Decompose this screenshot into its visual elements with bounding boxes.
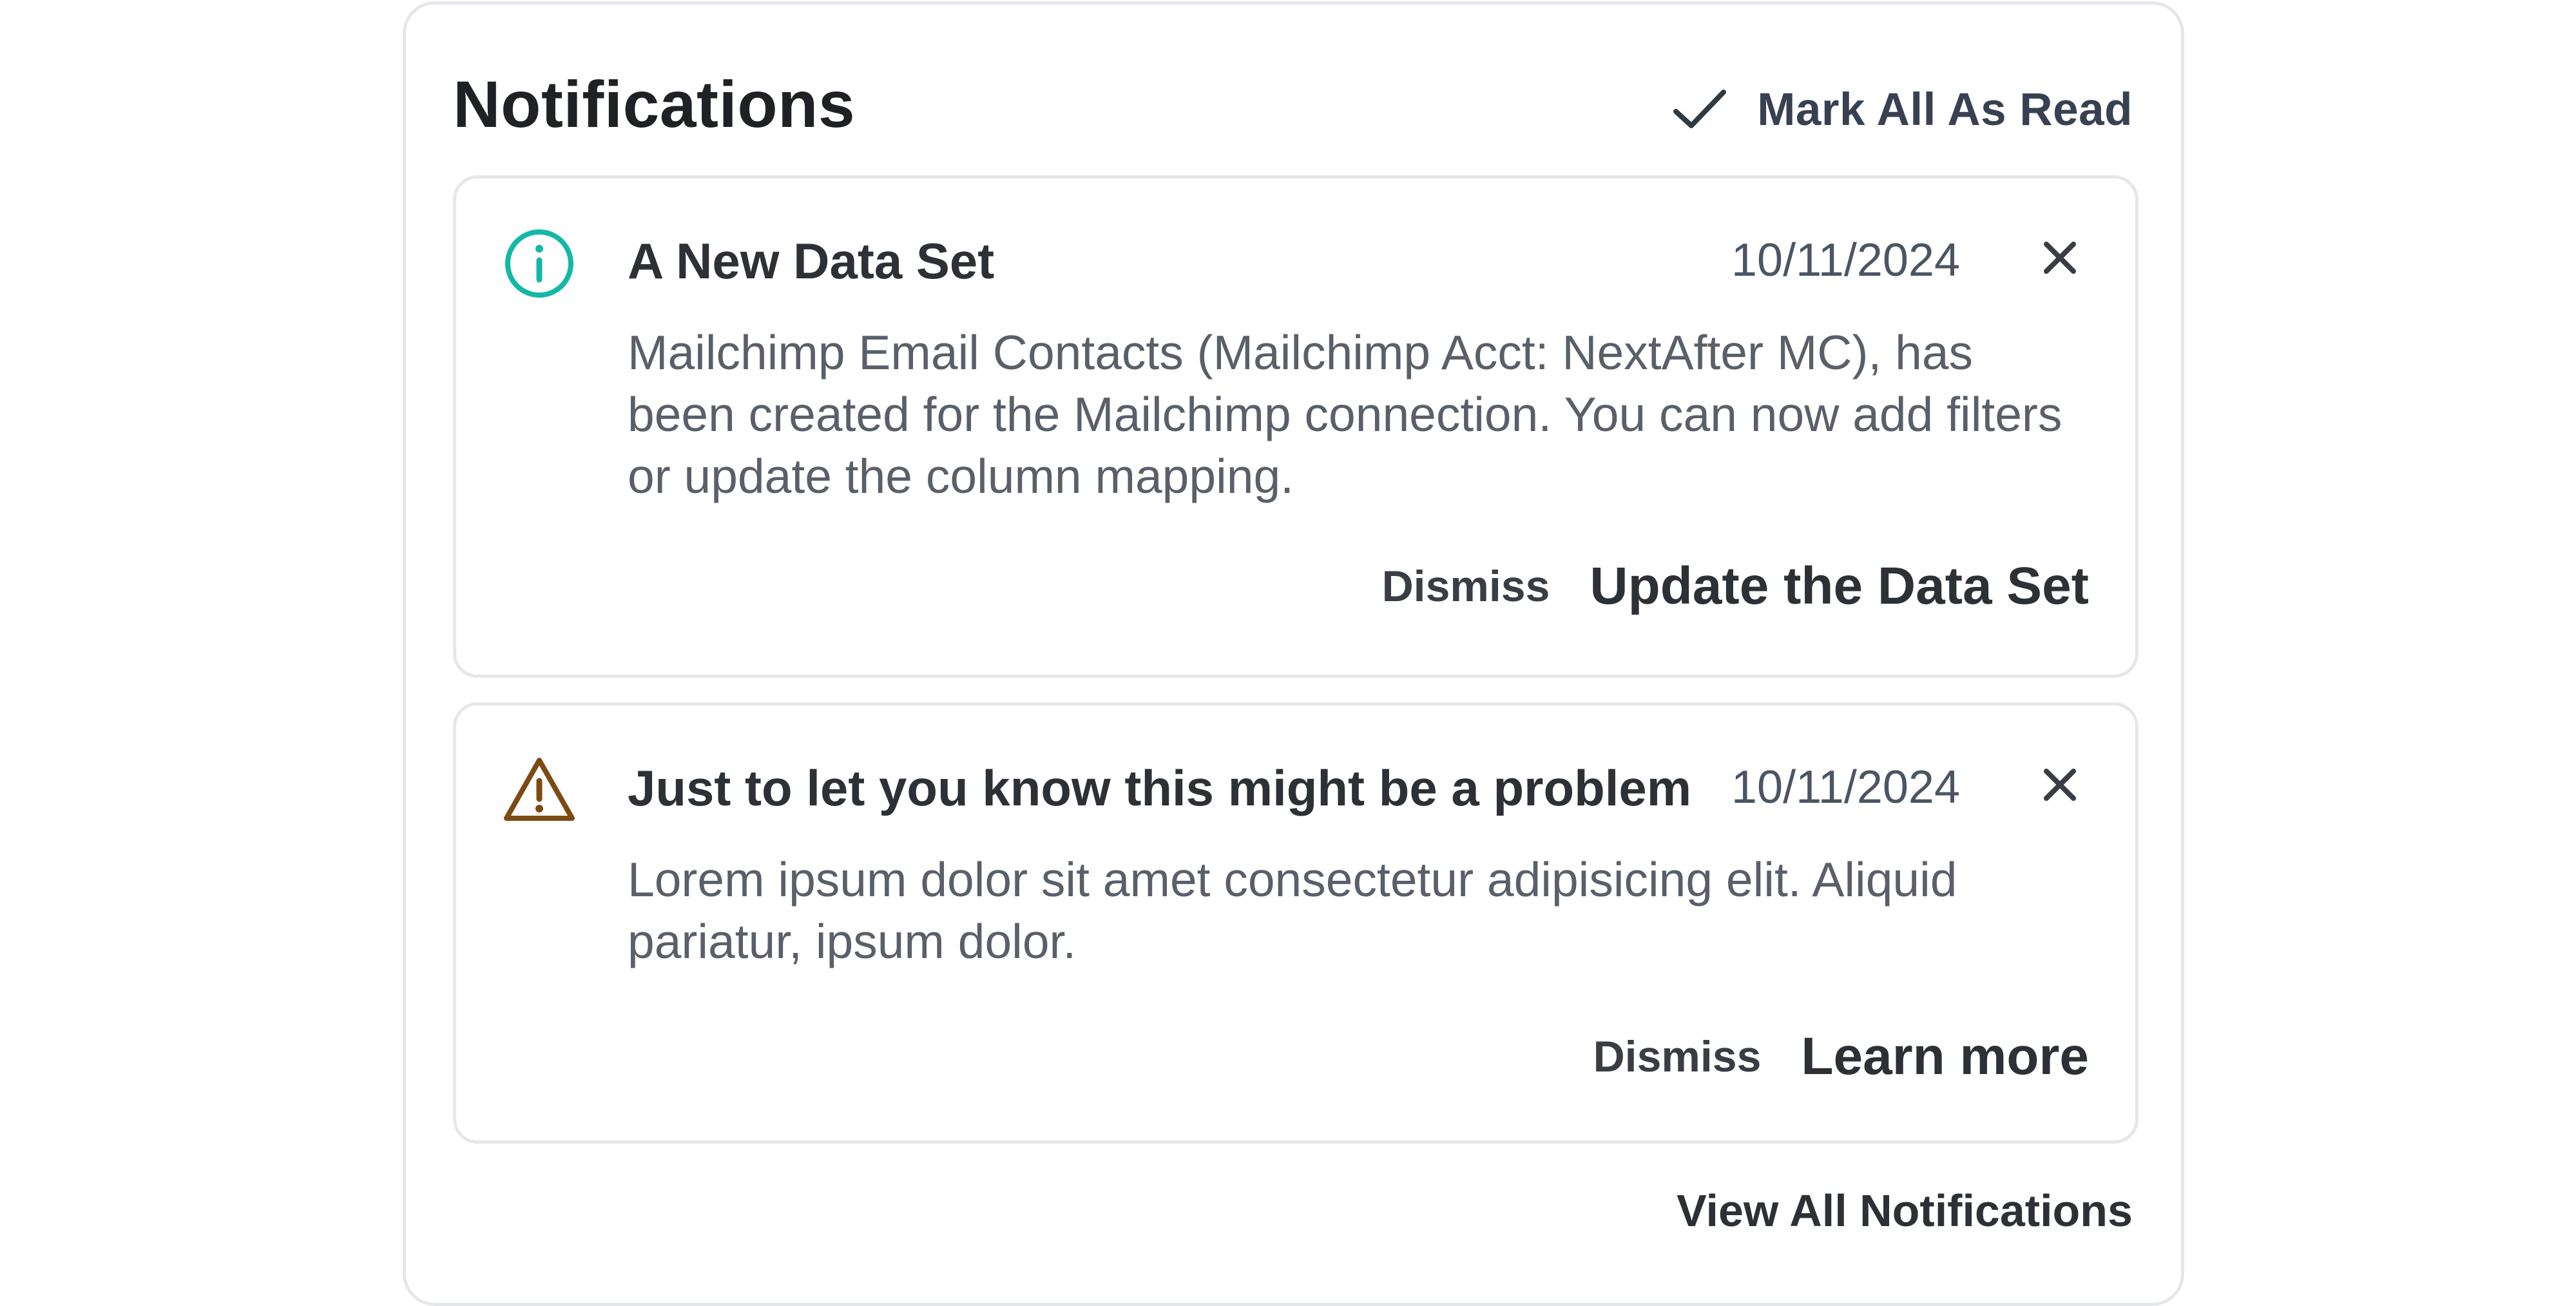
check-icon: [1673, 90, 1727, 128]
notification-date: 10/11/2024: [1731, 235, 1960, 286]
notification-title: A New Data Set: [628, 233, 995, 289]
mark-all-as-read-label: Mark All As Read: [1757, 84, 2133, 135]
update-data-set-button[interactable]: Update the Data Set: [1590, 551, 2089, 622]
mark-all-as-read-button[interactable]: Mark All As Read: [1672, 81, 2133, 139]
notifications-panel: Notifications Mark All As Read A New Dat…: [403, 1, 2184, 1306]
notification-body: Mailchimp Email Contacts (Mailchimp Acct…: [628, 325, 2062, 503]
notification-close-button[interactable]: [2037, 235, 2082, 280]
notification-body: Lorem ipsum dolor sit amet consectetur a…: [628, 852, 1957, 968]
notification-title: Just to let you know this might be a pro…: [628, 760, 1692, 816]
notification-card-info: A New Data Set 10/11/2024 Mailchimp Emai…: [453, 175, 2139, 678]
notification-actions: Dismiss Learn more: [1593, 1021, 2089, 1092]
dismiss-button[interactable]: Dismiss: [1593, 1024, 1762, 1089]
info-circle-icon: [503, 227, 576, 300]
close-icon: [2044, 769, 2076, 801]
warning-triangle-icon: [503, 754, 576, 827]
notification-card-warning: Just to let you know this might be a pro…: [453, 702, 2139, 1144]
close-icon: [2044, 242, 2076, 274]
view-all-notifications-link[interactable]: View All Notifications: [1677, 1180, 2133, 1242]
notification-close-button[interactable]: [2037, 762, 2082, 807]
notification-actions: Dismiss Update the Data Set: [1382, 551, 2089, 622]
dismiss-button[interactable]: Dismiss: [1382, 554, 1550, 619]
notification-date: 10/11/2024: [1731, 762, 1960, 813]
panel-title: Notifications: [453, 68, 856, 141]
learn-more-button[interactable]: Learn more: [1801, 1021, 2089, 1092]
